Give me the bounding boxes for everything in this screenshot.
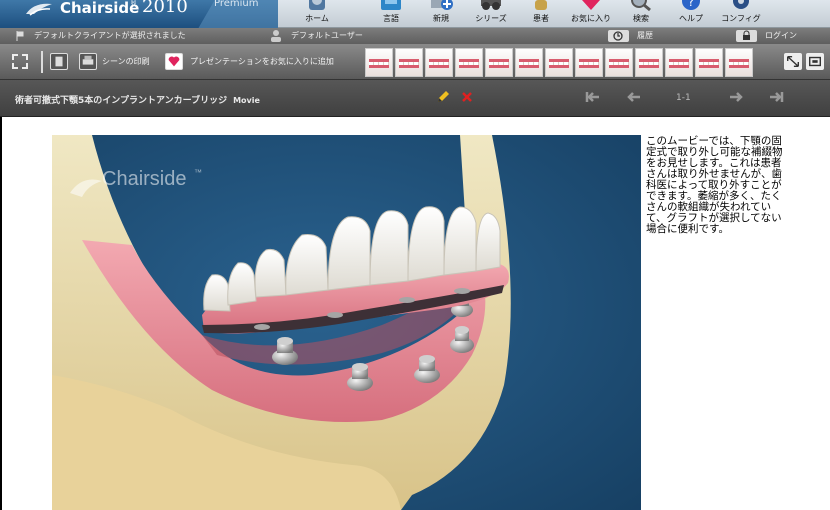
nav-language-button[interactable]: 言語: [366, 0, 416, 28]
movie-title: 術者可撤式下顎5本のインプラントアンカーブリッジ: [15, 96, 228, 106]
login-link[interactable]: ログイン: [765, 30, 797, 41]
thumbnail-teeth-image: [369, 59, 389, 68]
scene-thumbnail[interactable]: [455, 48, 483, 77]
brand-year: 2010: [142, 0, 188, 17]
scene-thumbnail[interactable]: [365, 48, 393, 77]
thumbnail-teeth-image: [549, 59, 569, 68]
nav-series-button[interactable]: シリーズ: [466, 0, 516, 28]
thumbnail-teeth-image: [669, 59, 689, 68]
new-icon: [431, 0, 453, 10]
client-status-text: デフォルトクライアントが選択されました: [34, 31, 186, 40]
implant-bridge-illustration: Chairside ™: [52, 135, 641, 510]
history-icon[interactable]: [608, 30, 629, 42]
previous-page-icon[interactable]: [626, 89, 642, 105]
fullscreen-icon[interactable]: [784, 53, 802, 70]
scene-thumbnail[interactable]: [515, 48, 543, 77]
first-page-icon[interactable]: [585, 89, 601, 105]
user-icon: [271, 30, 281, 42]
nav-label: ホーム: [305, 14, 329, 23]
thumbnail-teeth-image: [429, 59, 449, 68]
brand-edition: Premium: [214, 0, 259, 9]
scene-thumbnail[interactable]: [635, 48, 663, 77]
nav-label: 新規: [433, 14, 449, 23]
nav-label: コンフィグ: [721, 14, 761, 23]
favorites-icon: [582, 0, 600, 10]
series-icon: [481, 0, 501, 10]
app-window: Chairside ® 2010 Premium ホーム 言語 新規 シリーズ: [0, 0, 830, 510]
config-icon: [733, 0, 749, 9]
language-icon: [381, 0, 401, 10]
thumbnail-teeth-image: [699, 59, 719, 68]
search-icon: [631, 0, 651, 12]
exit-presentation-icon[interactable]: [806, 53, 824, 70]
nav-label: 検索: [633, 14, 649, 23]
thumbnail-teeth-image: [399, 59, 419, 68]
nav-favorites-button[interactable]: お気に入り: [566, 0, 616, 28]
top-navigation-bar: Chairside ® 2010 Premium ホーム 言語 新規 シリーズ: [0, 0, 830, 28]
patient-icon: [535, 0, 547, 10]
scene-toolbar: シーンの印刷 プレゼンテーションをお気に入りに追加: [0, 44, 830, 80]
chairside-logo-icon: [26, 3, 52, 16]
scene-thumbnail[interactable]: [575, 48, 603, 77]
nav-label: 言語: [383, 14, 399, 23]
document-icon[interactable]: [50, 53, 68, 70]
scene-thumbnail[interactable]: [695, 48, 723, 77]
nav-label: ヘルプ: [679, 14, 703, 23]
nav-new-button[interactable]: 新規: [416, 0, 466, 28]
last-page-icon[interactable]: [768, 89, 784, 105]
svg-text:?: ?: [688, 0, 694, 9]
heart-icon[interactable]: [165, 53, 183, 70]
lock-icon[interactable]: [736, 30, 757, 42]
nav-config-button[interactable]: コンフィグ: [716, 0, 766, 28]
movie-type-label: Movie: [233, 96, 260, 105]
nav-home-button[interactable]: ホーム: [292, 0, 342, 28]
nav-label: シリーズ: [475, 14, 507, 23]
scene-thumbnail[interactable]: [725, 48, 753, 77]
movie-description: このムービーでは、下顎の固定式で取り外し可能な補綴物をお見せします。これは患者さ…: [646, 135, 783, 235]
flag-icon: [16, 31, 24, 41]
print-icon[interactable]: [79, 53, 97, 70]
user-status-text[interactable]: デフォルトユーザー: [291, 30, 363, 41]
nav-patient-button[interactable]: 患者: [516, 0, 566, 28]
thumbnail-teeth-image: [609, 59, 629, 68]
content-left-border: [0, 117, 2, 510]
scene-thumbnail[interactable]: [395, 48, 423, 77]
thumbnail-teeth-image: [639, 59, 659, 68]
next-page-icon[interactable]: [728, 89, 744, 105]
status-bar: デフォルトクライアントが選択されました デフォルトユーザー 履歴 ログイン: [0, 28, 830, 44]
delete-icon[interactable]: [459, 89, 475, 105]
edit-pencil-icon[interactable]: [435, 89, 451, 105]
nav-label: お気に入り: [571, 14, 611, 23]
help-icon: ?: [682, 0, 700, 10]
home-icon: [309, 0, 325, 10]
fit-screen-icon[interactable]: [11, 53, 29, 70]
watermark-tm: ™: [194, 168, 202, 177]
nav-search-button[interactable]: 検索: [616, 0, 666, 28]
add-favorite-label[interactable]: プレゼンテーションをお気に入りに追加: [190, 56, 334, 67]
nav-label: 患者: [533, 14, 549, 23]
brand-banner: Chairside ® 2010 Premium: [0, 0, 278, 28]
scene-thumbnail[interactable]: [545, 48, 573, 77]
watermark-text: Chairside: [102, 168, 186, 190]
thumbnail-teeth-image: [459, 59, 479, 68]
movie-title-row: 術者可撤式下顎5本のインプラントアンカーブリッジ Movie: [15, 93, 260, 106]
scene-thumbnail[interactable]: [605, 48, 633, 77]
history-link[interactable]: 履歴: [637, 30, 653, 41]
scene-thumbnail[interactable]: [665, 48, 693, 77]
toolbar-divider: [41, 51, 43, 73]
brand-trademark: ®: [130, 0, 137, 7]
nav-help-button[interactable]: ? ヘルプ: [666, 0, 716, 28]
thumbnail-teeth-image: [729, 59, 749, 68]
thumbnail-teeth-image: [579, 59, 599, 68]
print-scene-label[interactable]: シーンの印刷: [102, 56, 150, 67]
thumbnail-teeth-image: [489, 59, 509, 68]
scene-thumbnail[interactable]: [485, 48, 513, 77]
movie-title-bar: 術者可撤式下顎5本のインプラントアンカーブリッジ Movie 1-1: [0, 80, 830, 117]
thumbnail-teeth-image: [519, 59, 539, 68]
scene-thumbnail[interactable]: [425, 48, 453, 77]
movie-viewer[interactable]: Chairside ™: [52, 135, 641, 510]
page-indicator: 1-1: [676, 93, 691, 103]
brand-name: Chairside: [60, 0, 140, 17]
